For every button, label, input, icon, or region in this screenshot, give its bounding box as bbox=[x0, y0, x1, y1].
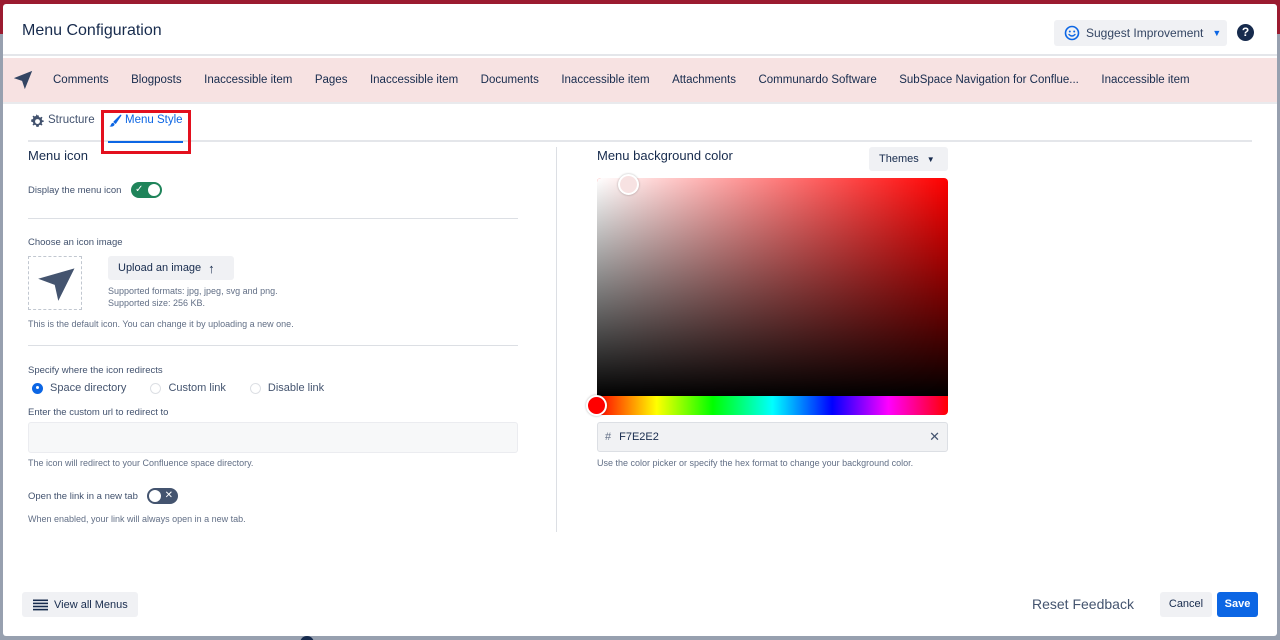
display-menu-icon-toggle[interactable]: ✓ bbox=[131, 182, 162, 198]
icon-preview bbox=[28, 256, 82, 310]
toggle-knob bbox=[148, 184, 160, 196]
upload-image-label: Upload an image bbox=[118, 262, 202, 274]
hash-prefix: # bbox=[605, 431, 612, 443]
choose-icon-label: Choose an icon image bbox=[28, 237, 123, 248]
redirect-label: Specify where the icon redirects bbox=[28, 365, 163, 376]
section-divider bbox=[28, 218, 518, 219]
radio-label: Space directory bbox=[50, 382, 127, 394]
menu-configuration-dialog: Menu Configuration Suggest Improvement ▼… bbox=[3, 4, 1277, 636]
radio-indicator bbox=[32, 382, 43, 394]
custom-url-label: Enter the custom url to redirect to bbox=[28, 407, 169, 418]
column-divider bbox=[556, 147, 557, 532]
saturation-value-picker[interactable] bbox=[597, 178, 948, 397]
check-icon: ✓ bbox=[135, 184, 144, 195]
radio-disable-link[interactable]: Disable link bbox=[249, 382, 325, 394]
clear-icon[interactable]: ✕ bbox=[929, 429, 940, 445]
hex-color-field: # ✕ bbox=[597, 422, 948, 452]
menu-item-attachments[interactable]: Attachments bbox=[672, 74, 736, 86]
value-gradient bbox=[597, 178, 948, 397]
navigation-arrow-icon[interactable] bbox=[12, 69, 34, 91]
tab-structure[interactable]: Structure bbox=[30, 114, 95, 140]
navigation-arrow-icon bbox=[38, 268, 75, 301]
save-button[interactable]: Save bbox=[1217, 592, 1258, 617]
supported-formats-text: Supported formats: jpg, jpeg, svg and pn… bbox=[108, 286, 278, 296]
color-help-text: Use the color picker or specify the hex … bbox=[597, 458, 914, 468]
hue-slider[interactable] bbox=[597, 396, 948, 415]
color-picker-handle[interactable] bbox=[618, 174, 639, 195]
chevron-down-icon: ▼ bbox=[926, 154, 935, 164]
menu-item-comments[interactable]: Comments bbox=[53, 74, 109, 86]
new-tab-help-text: When enabled, your link will always open… bbox=[28, 514, 246, 524]
menu-item-inaccessible[interactable]: Inaccessible item bbox=[1101, 74, 1189, 86]
menu-item-communardo-software[interactable]: Communardo Software bbox=[758, 74, 876, 86]
themes-dropdown[interactable]: Themes ▼ bbox=[869, 147, 948, 171]
supported-size-text: Supported size: 256 KB. bbox=[108, 298, 206, 308]
active-tab-highlight bbox=[101, 110, 191, 154]
dialog-header: Menu Configuration Suggest Improvement ▼… bbox=[3, 4, 1277, 56]
help-icon[interactable]: ? bbox=[1237, 24, 1254, 41]
menu-item-blogposts[interactable]: Blogposts bbox=[131, 74, 182, 86]
radio-indicator bbox=[249, 382, 261, 394]
background-avatar bbox=[300, 636, 314, 640]
radio-label: Disable link bbox=[267, 382, 325, 394]
menu-item-inaccessible[interactable]: Inaccessible item bbox=[561, 74, 649, 86]
toggle-knob bbox=[149, 490, 161, 502]
suggest-improvement-button[interactable]: Suggest Improvement ▼ bbox=[1054, 20, 1227, 46]
radio-custom-link[interactable]: Custom link bbox=[150, 382, 226, 394]
menu-icon-section-title: Menu icon bbox=[28, 148, 88, 163]
chevron-down-icon: ▼ bbox=[1212, 28, 1222, 38]
default-icon-text: This is the default icon. You can change… bbox=[28, 319, 294, 329]
section-divider bbox=[28, 345, 518, 346]
tab-structure-label: Structure bbox=[48, 114, 95, 126]
url-help-text: The icon will redirect to your Confluenc… bbox=[28, 458, 254, 468]
config-tabs: Structure Menu Style bbox=[28, 108, 1252, 143]
themes-label: Themes bbox=[879, 153, 919, 165]
display-menu-icon-label: Display the menu icon bbox=[28, 185, 122, 196]
redirect-options: Space directory Custom link Disable link bbox=[32, 382, 348, 394]
smiley-icon bbox=[1064, 25, 1080, 41]
radio-space-directory[interactable]: Space directory bbox=[32, 382, 126, 394]
custom-url-input[interactable] bbox=[28, 422, 518, 453]
menu-preview-bar: Comments Blogposts Inaccessible item Pag… bbox=[3, 58, 1277, 104]
view-all-menus-button[interactable]: View all Menus bbox=[22, 592, 138, 617]
radio-label: Custom link bbox=[168, 382, 226, 394]
menu-item-subspace-navigation[interactable]: SubSpace Navigation for Conflue... bbox=[899, 74, 1079, 86]
hex-color-input[interactable] bbox=[619, 431, 910, 443]
menu-list-icon bbox=[33, 599, 48, 610]
cancel-button[interactable]: Cancel bbox=[1160, 592, 1212, 617]
view-all-menus-label: View all Menus bbox=[54, 598, 128, 611]
upload-image-button[interactable]: Upload an image ↑ bbox=[108, 256, 234, 280]
gear-icon bbox=[31, 114, 44, 127]
radio-indicator bbox=[150, 382, 162, 394]
menu-item-inaccessible[interactable]: Inaccessible item bbox=[370, 74, 458, 86]
hue-slider-handle[interactable] bbox=[586, 395, 607, 416]
menu-item-documents[interactable]: Documents bbox=[481, 74, 539, 86]
arrow-up-icon: ↑ bbox=[208, 260, 215, 276]
suggest-improvement-label: Suggest Improvement bbox=[1086, 26, 1204, 40]
menu-item-pages[interactable]: Pages bbox=[315, 74, 348, 86]
open-new-tab-toggle[interactable]: ✕ bbox=[147, 488, 178, 504]
background-color-section-title: Menu background color bbox=[597, 148, 733, 163]
reset-feedback-link[interactable]: Reset Feedback bbox=[1032, 596, 1134, 612]
new-tab-label: Open the link in a new tab bbox=[28, 491, 138, 502]
menu-item-inaccessible[interactable]: Inaccessible item bbox=[204, 74, 292, 86]
dialog-title: Menu Configuration bbox=[22, 22, 162, 39]
close-icon: ✕ bbox=[164, 490, 173, 501]
